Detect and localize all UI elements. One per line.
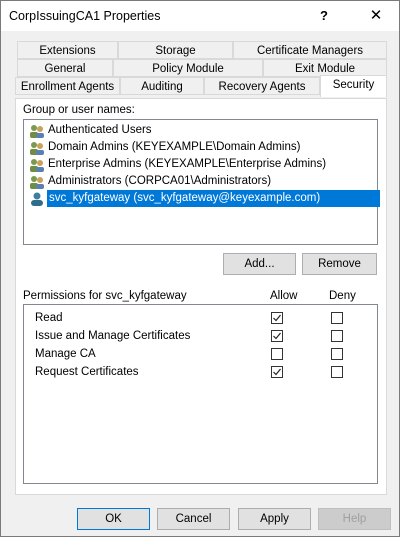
deny-header: Deny bbox=[329, 290, 356, 302]
group-list-label: Group or user names: bbox=[23, 104, 135, 116]
user-icon bbox=[31, 192, 43, 206]
tab-policy-module[interactable]: Policy Module bbox=[113, 59, 263, 77]
group-icon bbox=[30, 125, 44, 138]
group-icon bbox=[30, 176, 44, 189]
tab-general[interactable]: General bbox=[17, 59, 113, 77]
permission-read-label: Read bbox=[35, 312, 63, 324]
list-item[interactable]: Authenticated Users bbox=[48, 122, 152, 139]
group-icon bbox=[30, 159, 44, 172]
allow-header: Allow bbox=[270, 290, 298, 302]
apply-button[interactable]: Apply bbox=[238, 508, 311, 530]
group-user-listbox[interactable]: Authenticated Users Domain Admins (KEYEX… bbox=[23, 119, 381, 245]
close-icon[interactable]: ✕ bbox=[353, 1, 399, 31]
manage-ca-allow-checkbox[interactable] bbox=[271, 348, 283, 360]
request-allow-checkbox[interactable] bbox=[271, 366, 283, 378]
issue-manage-deny-checkbox[interactable] bbox=[331, 330, 343, 342]
list-item-selected[interactable]: svc_kyfgateway (svc_kyfgateway@keyexampl… bbox=[47, 190, 381, 207]
tab-certificate-managers[interactable]: Certificate Managers bbox=[233, 41, 387, 59]
remove-button[interactable]: Remove bbox=[302, 253, 377, 275]
group-icon bbox=[30, 142, 44, 155]
list-item[interactable]: Enterprise Admins (KEYEXAMPLE\Enterprise… bbox=[48, 156, 326, 173]
properties-dialog: CorpIssuingCA1 Properties ? ✕ Extensions… bbox=[0, 0, 400, 537]
issue-manage-allow-checkbox[interactable] bbox=[271, 330, 283, 342]
permission-request-label: Request Certificates bbox=[35, 366, 139, 378]
ok-button[interactable]: OK bbox=[77, 508, 150, 530]
permission-issue-manage-label: Issue and Manage Certificates bbox=[35, 330, 191, 342]
request-deny-checkbox[interactable] bbox=[331, 366, 343, 378]
help-icon[interactable]: ? bbox=[301, 1, 347, 31]
tab-extensions[interactable]: Extensions bbox=[17, 41, 118, 59]
manage-ca-deny-checkbox[interactable] bbox=[331, 348, 343, 360]
tab-auditing[interactable]: Auditing bbox=[120, 77, 204, 95]
list-item[interactable]: Domain Admins (KEYEXAMPLE\Domain Admins) bbox=[48, 139, 300, 156]
list-item[interactable]: Administrators (CORPCA01\Administrators) bbox=[48, 173, 271, 190]
permissions-list: Read Issue and Manage Certificates Manag… bbox=[23, 304, 378, 484]
read-allow-checkbox[interactable] bbox=[271, 312, 283, 324]
cancel-button[interactable]: Cancel bbox=[157, 508, 230, 530]
window-title: CorpIssuingCA1 Properties bbox=[9, 9, 161, 23]
title-bar: CorpIssuingCA1 Properties ? ✕ bbox=[1, 1, 399, 31]
permissions-label: Permissions for svc_kyfgateway bbox=[23, 290, 187, 302]
tab-recovery-agents[interactable]: Recovery Agents bbox=[204, 77, 320, 95]
tab-enrollment-agents[interactable]: Enrollment Agents bbox=[15, 77, 120, 95]
read-deny-checkbox[interactable] bbox=[331, 312, 343, 324]
tab-storage[interactable]: Storage bbox=[118, 41, 233, 59]
add-button[interactable]: Add... bbox=[223, 253, 296, 275]
permission-manage-ca-label: Manage CA bbox=[35, 348, 96, 360]
tab-security[interactable]: Security bbox=[320, 75, 387, 97]
help-button[interactable]: Help bbox=[318, 508, 391, 530]
